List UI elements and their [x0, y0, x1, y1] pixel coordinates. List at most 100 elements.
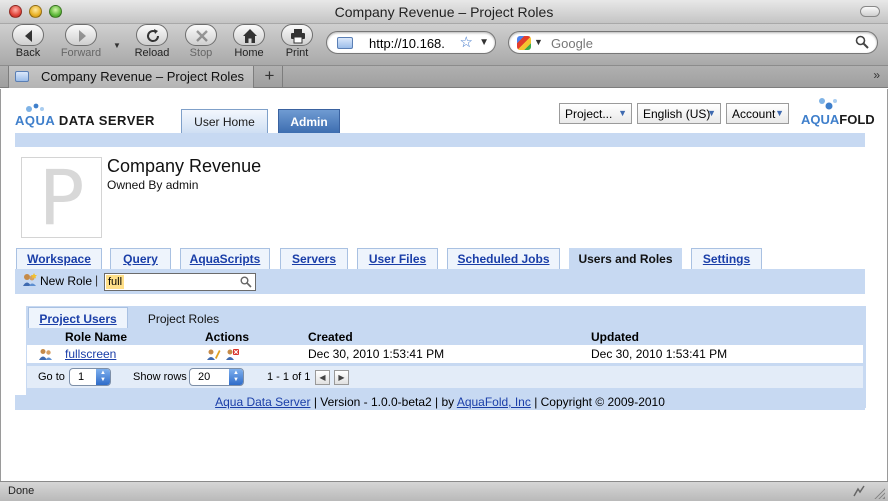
column-header-updated[interactable]: Updated [591, 330, 639, 344]
tab-settings[interactable]: Settings [691, 248, 762, 269]
print-button[interactable]: Print [279, 24, 315, 59]
table-header: Role Name Actions Created Updated [27, 329, 863, 345]
tab-project-roles[interactable]: Project Roles [133, 307, 234, 329]
language-dropdown[interactable]: English (US) ▼ [637, 103, 721, 124]
toolbar-toggle-button[interactable] [860, 6, 880, 17]
account-dropdown-value: Account [732, 107, 776, 121]
forward-button[interactable]: Forward [58, 24, 104, 59]
tab-servers[interactable]: Servers [280, 248, 348, 269]
address-bar[interactable]: http://10.168. ☆ ▼ [326, 31, 496, 54]
stop-label: Stop [189, 47, 213, 59]
search-icon [855, 35, 869, 49]
aquafold-logo[interactable]: AQUAFOLD [801, 97, 879, 127]
window-titlebar: Company Revenue – Project Roles [0, 0, 888, 24]
logo-aqua-text: AQUA [15, 113, 55, 128]
edit-role-icon[interactable] [207, 348, 221, 361]
back-arrow-icon [12, 24, 44, 46]
panel-toolbar: New Role | full [15, 269, 865, 294]
status-text: Done [8, 485, 35, 497]
browser-tab-label: Company Revenue – Project Roles [41, 69, 245, 84]
url-history-dropdown-icon[interactable]: ▼ [479, 37, 489, 48]
tab-user-files[interactable]: User Files [357, 248, 438, 269]
back-button[interactable]: Back [10, 24, 46, 59]
home-button[interactable]: Home [230, 24, 268, 59]
logo-bubbles-icon [819, 98, 837, 110]
aqua-data-server-link[interactable]: Aqua Data Server [215, 395, 310, 409]
web-search-field[interactable]: ▼ Google [508, 31, 878, 54]
stop-button[interactable]: Stop [183, 24, 219, 59]
column-header-created[interactable]: Created [308, 330, 353, 344]
project-dropdown[interactable]: Project... ▼ [559, 103, 632, 124]
printer-icon [281, 24, 313, 46]
browser-toolbar: Back Forward ▼ Reload Stop Home Print ht… [0, 24, 888, 65]
delete-role-icon[interactable] [226, 348, 240, 361]
tab-users-and-roles[interactable]: Users and Roles [569, 248, 682, 270]
rows-per-page-value: 20 [198, 371, 211, 383]
history-menu-icon[interactable]: ▼ [113, 41, 121, 50]
new-role-icon[interactable] [22, 272, 38, 288]
new-role-button[interactable]: New Role [40, 274, 92, 288]
project-title: Company Revenue [107, 156, 262, 176]
chevron-down-icon: ▼ [618, 108, 627, 118]
column-header-role-name[interactable]: Role Name [65, 330, 127, 344]
logo-aqua-text: AQUA [801, 112, 840, 127]
goto-label: Go to [38, 371, 65, 383]
url-text: http://10.168. [369, 36, 445, 51]
previous-page-button[interactable]: ◀ [315, 370, 330, 385]
reload-icon [136, 24, 168, 46]
table-row[interactable]: fullscreen Dec 30, 2010 1:53:41 PM Dec 3… [27, 346, 863, 363]
goto-page-stepper[interactable]: 1 ▲ ▼ [69, 368, 111, 386]
stepper-arrows-icon[interactable]: ▲ ▼ [96, 369, 110, 385]
account-dropdown[interactable]: Account ▼ [726, 103, 789, 124]
search-placeholder: Google [551, 36, 593, 51]
tab-aquascripts[interactable]: AquaScripts [180, 248, 270, 269]
back-label: Back [15, 47, 41, 59]
roles-table: Role Name Actions Created Updated fullsc… [26, 328, 864, 363]
column-header-actions: Actions [205, 330, 250, 344]
page-range-text: 1 - 1 of 1 [267, 371, 311, 383]
page-icon [337, 37, 353, 49]
tab-workspace[interactable]: Workspace [16, 248, 102, 269]
logo-rest-text: FOLD [839, 112, 875, 127]
new-tab-button[interactable]: + [257, 66, 283, 88]
forward-label: Forward [60, 47, 102, 59]
goto-page-value: 1 [78, 371, 85, 383]
bookmark-star-icon[interactable]: ☆ [460, 33, 473, 51]
show-rows-label: Show rows [133, 371, 187, 383]
rows-per-page-stepper[interactable]: 20 ▲ ▼ [189, 368, 244, 386]
chevron-down-icon: ▼ [707, 108, 716, 118]
aqua-data-server-logo[interactable]: AQUA DATA SERVER [15, 103, 165, 129]
web-page: AQUA DATA SERVER User Home Admin Project… [0, 89, 888, 481]
toolbar-separator: | [95, 273, 99, 287]
browser-tab-active[interactable]: Company Revenue – Project Roles [8, 66, 254, 88]
role-created-date: Dec 30, 2010 1:53:41 PM [308, 347, 445, 361]
tab-admin[interactable]: Admin [278, 109, 340, 133]
tab-project-users[interactable]: Project Users [28, 307, 128, 328]
aquafold-link[interactable]: AquaFold, Inc [457, 395, 531, 409]
tab-user-home[interactable]: User Home [181, 109, 268, 133]
resize-handle[interactable] [873, 487, 885, 499]
activity-icon [853, 485, 865, 497]
reload-button[interactable]: Reload [132, 24, 172, 59]
search-icon [240, 276, 252, 288]
page-icon [15, 71, 29, 82]
header-band [15, 133, 865, 147]
role-icon [39, 349, 52, 360]
logo-rest-text: DATA SERVER [54, 113, 155, 128]
window-title: Company Revenue – Project Roles [334, 4, 554, 20]
google-icon[interactable] [517, 36, 531, 50]
chevron-down-icon: ▼ [775, 108, 784, 118]
tab-query[interactable]: Query [110, 248, 171, 269]
tab-overflow-icon[interactable]: » [873, 68, 880, 82]
next-page-button[interactable]: ▶ [334, 370, 349, 385]
stepper-arrows-icon[interactable]: ▲ ▼ [229, 369, 243, 385]
role-updated-date: Dec 30, 2010 1:53:41 PM [591, 347, 728, 361]
role-name-link[interactable]: fullscreen [65, 347, 116, 361]
role-filter-value: full [106, 275, 125, 289]
project-owner: Owned By admin [107, 178, 199, 192]
role-filter-input[interactable]: full [104, 273, 256, 291]
page-footer: Aqua Data Server | Version - 1.0.0-beta2… [15, 395, 865, 410]
home-icon [233, 24, 265, 46]
search-engine-menu-icon[interactable]: ▼ [534, 37, 543, 47]
tab-scheduled-jobs[interactable]: Scheduled Jobs [447, 248, 560, 269]
